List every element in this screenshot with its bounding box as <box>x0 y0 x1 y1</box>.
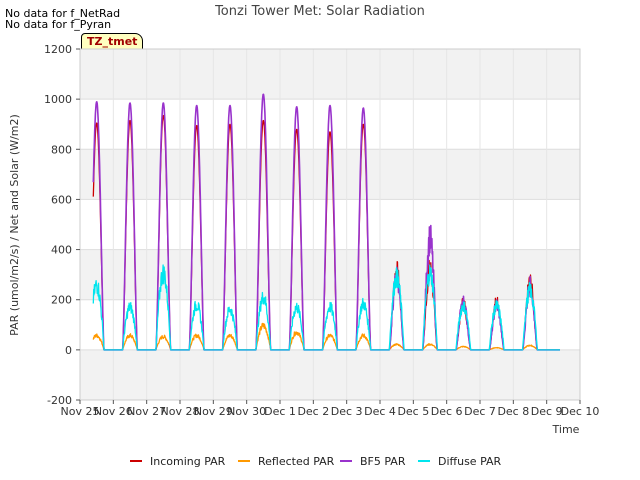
y-tick-label: 400 <box>51 244 72 257</box>
x-tick-label: Dec 9 <box>531 405 563 418</box>
x-tick-label: Dec 8 <box>497 405 529 418</box>
x-tick-label: Dec 2 <box>297 405 329 418</box>
legend-label: Reflected PAR <box>258 455 335 468</box>
y-axis: -200020040060080010001200 <box>44 43 80 407</box>
x-tick-label: Dec 6 <box>431 405 463 418</box>
y-tick-label: 1200 <box>44 43 72 56</box>
x-tick-label: Dec 4 <box>364 405 396 418</box>
background-band <box>80 49 580 100</box>
x-tick-label: Nov 30 <box>227 405 266 418</box>
series-line-bf5-par <box>92 93 561 351</box>
x-axis-label: Time <box>552 423 580 436</box>
legend-label: BF5 PAR <box>360 455 406 468</box>
legend-label: Incoming PAR <box>150 455 226 468</box>
x-tick-label: Dec 10 <box>561 405 600 418</box>
y-tick-label: 0 <box>65 344 72 357</box>
grid-lines <box>79 48 581 401</box>
x-tick-label: Dec 1 <box>264 405 296 418</box>
x-tick-label: Dec 7 <box>464 405 496 418</box>
x-tick-label: Dec 5 <box>397 405 429 418</box>
legend: Incoming PAR Reflected PAR BF5 PAR Diffuse … <box>130 455 502 468</box>
y-tick-label: 800 <box>51 143 72 156</box>
series-lines <box>92 93 561 351</box>
y-tick-label: 1000 <box>44 93 72 106</box>
y-tick-label: 200 <box>51 294 72 307</box>
background-band <box>80 249 580 300</box>
background-band <box>80 349 580 400</box>
solar-radiation-chart: -200020040060080010001200 Nov 25Nov 26No… <box>8 4 600 468</box>
plot-background-bands <box>80 49 580 400</box>
x-axis: Nov 25Nov 26Nov 27Nov 28Nov 29Nov 30Dec … <box>61 400 600 418</box>
y-tick-label: 600 <box>51 193 72 206</box>
background-band <box>80 149 580 200</box>
y-axis-label: PAR (umol/m2/s) / Net and Solar (W/m2) <box>8 114 21 336</box>
legend-label: Diffuse PAR <box>438 455 502 468</box>
plot-frame <box>79 48 581 401</box>
chart-title: Tonzi Tower Met: Solar Radiation <box>214 4 425 19</box>
x-tick-label: Dec 3 <box>331 405 363 418</box>
